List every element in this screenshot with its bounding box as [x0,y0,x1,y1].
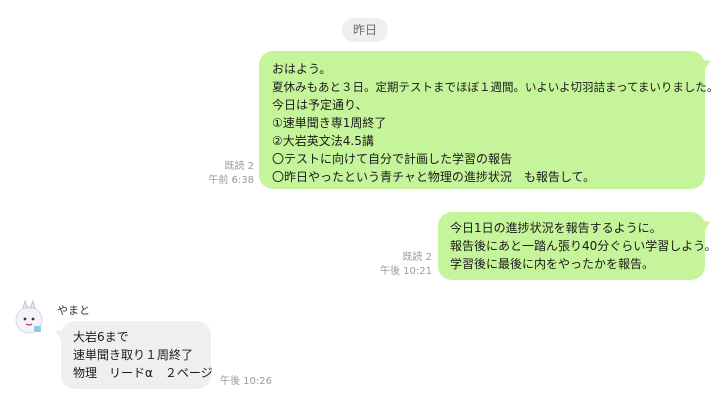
message-line: 物理 リードα ２ページ [73,366,213,380]
message-line: 大岩6まで [73,330,129,344]
message-line: ①速単聞き専1周終了 [272,116,387,130]
message-bubble[interactable]: 今日1日の進捗状況を報告するように。 報告後にあと一踏ん張り40分ぐらい学習しよ… [438,212,717,280]
sender-name: やまと [57,304,90,317]
message-time: 午前 6:38 [208,175,254,186]
read-receipt: 既読 2 [224,161,254,172]
message-line: 報告後にあと一踏ん張り40分ぐらい学習しよう。 [450,239,717,253]
message-bubble[interactable]: 大岩6まで 速単聞き取り１周終了 物理 リードα ２ページ [61,321,213,389]
date-separator: 昨日 [342,18,388,42]
message-meta: 既読 2 午後 10:21 [370,251,432,279]
message-line: 〇テストに向けて自分で計画した学習の報告 [272,152,513,166]
avatar-icon[interactable] [14,299,44,336]
read-receipt: 既読 2 [402,252,432,263]
message-line: 今日1日の進捗状況を報告するように。 [450,221,662,235]
message-line: 学習後に最後に内をやったかを報告。 [450,257,655,271]
message-line: 〇昨日やったという青チャと物理の進捗状況 も報告して。 [272,170,596,184]
message-line: ②大岩英文法4.5講 [272,134,374,148]
message-line: 夏休みもあと３日。定期テストまでほぼ１週間。いよいよ切羽詰まってまいりました。 [272,80,719,94]
message-time: 午後 10:21 [380,266,432,277]
message-meta: 既読 2 午前 6:38 [190,160,254,188]
message-line: 今日は予定通り、 [272,98,368,112]
message-line: おはよう。 [272,62,332,76]
message-bubble[interactable]: おはよう。 夏休みもあと３日。定期テストまでほぼ１週間。いよいよ切羽詰まってまい… [259,51,719,189]
message-line: 速単聞き取り１周終了 [73,348,194,362]
message-time: 午後 10:26 [220,376,272,387]
